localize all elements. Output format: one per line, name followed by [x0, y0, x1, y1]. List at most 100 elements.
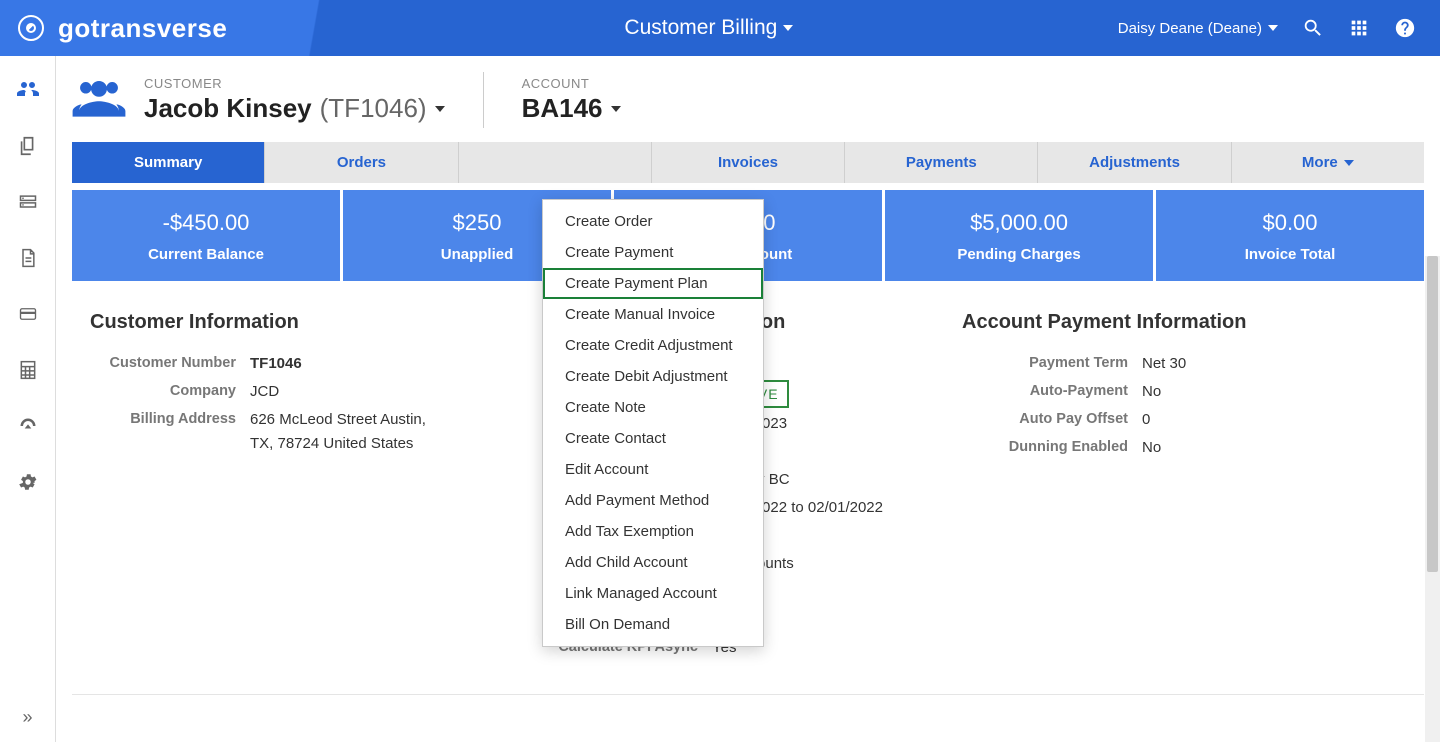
menu-add-payment-method[interactable]: Add Payment Method: [543, 485, 763, 516]
tabs: Summary Orders Invoices Payments Adjustm…: [72, 142, 1424, 183]
search-icon[interactable]: [1302, 17, 1324, 39]
customer-code: (TF1046): [320, 93, 427, 124]
section-title: Customer Information: [90, 311, 512, 334]
menu-create-note[interactable]: Create Note: [543, 392, 763, 423]
metric-value: $5,000.00: [889, 210, 1149, 236]
sidenav-calculator[interactable]: [0, 342, 55, 398]
help-icon[interactable]: [1394, 17, 1416, 39]
account-selector[interactable]: BA146: [522, 93, 621, 124]
menu-create-payment-plan[interactable]: Create Payment Plan: [543, 268, 763, 299]
kv-auto-payment: Auto-PaymentNo: [962, 380, 1424, 404]
bottom-divider: [72, 694, 1424, 695]
menu-bill-on-demand[interactable]: Bill On Demand: [543, 609, 763, 640]
user-menu[interactable]: Daisy Deane (Deane): [1118, 20, 1278, 37]
tab-invoices[interactable]: Invoices: [652, 142, 845, 183]
menu-create-manual-invoice[interactable]: Create Manual Invoice: [543, 299, 763, 330]
brand-logo-icon: [18, 15, 44, 41]
sidenav: »: [0, 56, 56, 742]
metric-invoice-total: $0.00 Invoice Total: [1156, 190, 1424, 281]
user-label: Daisy Deane (Deane): [1118, 20, 1262, 37]
metric-label: Invoice Total: [1160, 246, 1420, 263]
brand-logo[interactable]: gotransverse: [0, 13, 300, 44]
metric-value: $0.00: [1160, 210, 1420, 236]
tab-payments[interactable]: Payments: [845, 142, 1038, 183]
kv-payment-term: Payment TermNet 30: [962, 352, 1424, 376]
menu-create-debit-adjustment[interactable]: Create Debit Adjustment: [543, 361, 763, 392]
menu-create-credit-adjustment[interactable]: Create Credit Adjustment: [543, 330, 763, 361]
apps-grid-icon[interactable]: [1348, 17, 1370, 39]
kv-value: TF1046: [250, 352, 302, 376]
tab-more-label: More: [1302, 154, 1338, 171]
section-title: Account Payment Information: [962, 311, 1424, 334]
kv-value: Net 30: [1142, 352, 1186, 376]
customer-name: Jacob Kinsey: [144, 93, 312, 124]
kv-key: Auto-Payment: [962, 380, 1142, 404]
account-dropdown-menu: Create Order Create Payment Create Payme…: [542, 199, 764, 647]
topbar: gotransverse Customer Billing Daisy Dean…: [0, 0, 1440, 56]
caret-down-icon: [783, 25, 793, 31]
kv-key: Company: [90, 380, 250, 404]
customer-label: CUSTOMER: [144, 76, 445, 91]
customer-block: CUSTOMER Jacob Kinsey (TF1046): [72, 76, 445, 124]
kv-customer-number: Customer NumberTF1046: [90, 352, 512, 376]
sidenav-storage[interactable]: [0, 174, 55, 230]
menu-create-payment[interactable]: Create Payment: [543, 237, 763, 268]
page-header: CUSTOMER Jacob Kinsey (TF1046) ACCOUNT B…: [72, 72, 1424, 136]
kv-dunning-enabled: Dunning EnabledNo: [962, 436, 1424, 460]
top-nav-dropdown[interactable]: Customer Billing: [300, 16, 1118, 40]
sidenav-settings[interactable]: [0, 454, 55, 510]
kv-key: Payment Term: [962, 352, 1142, 376]
tab-orders[interactable]: Orders: [265, 142, 458, 183]
sidenav-collapse[interactable]: »: [22, 707, 32, 728]
menu-create-contact[interactable]: Create Contact: [543, 423, 763, 454]
menu-link-managed-account[interactable]: Link Managed Account: [543, 578, 763, 609]
sidenav-card[interactable]: [0, 286, 55, 342]
scrollbar-thumb[interactable]: [1427, 256, 1438, 572]
kv-key: Customer Number: [90, 352, 250, 376]
metric-pending-charges: $5,000.00 Pending Charges: [885, 190, 1156, 281]
caret-down-icon: [435, 106, 445, 112]
metric-label: Current Balance: [76, 246, 336, 263]
kv-key: Dunning Enabled: [962, 436, 1142, 460]
top-nav-title: Customer Billing: [624, 16, 777, 40]
metric-current-balance: -$450.00 Current Balance: [72, 190, 343, 281]
metric-label: Pending Charges: [889, 246, 1149, 263]
customer-selector[interactable]: Jacob Kinsey (TF1046): [144, 93, 445, 124]
sidenav-copy[interactable]: [0, 118, 55, 174]
tab-hidden[interactable]: [459, 142, 652, 183]
caret-down-icon: [611, 106, 621, 112]
kv-key: Auto Pay Offset: [962, 408, 1142, 432]
tab-adjustments[interactable]: Adjustments: [1038, 142, 1231, 183]
menu-add-child-account[interactable]: Add Child Account: [543, 547, 763, 578]
customer-info-section: Customer Information Customer NumberTF10…: [72, 311, 512, 664]
brand-text: gotransverse: [58, 13, 227, 44]
tab-summary[interactable]: Summary: [72, 142, 265, 183]
menu-add-tax-exemption[interactable]: Add Tax Exemption: [543, 516, 763, 547]
kv-value: JCD: [250, 380, 279, 404]
sidenav-dashboard[interactable]: [0, 398, 55, 454]
menu-edit-account[interactable]: Edit Account: [543, 454, 763, 485]
tab-more[interactable]: More: [1232, 142, 1424, 183]
caret-down-icon: [1268, 25, 1278, 31]
vertical-divider: [483, 72, 484, 128]
kv-key: Billing Address: [90, 408, 250, 456]
kv-value: No: [1142, 380, 1161, 404]
topbar-right: Daisy Deane (Deane): [1118, 17, 1440, 39]
account-block: ACCOUNT BA146: [522, 76, 621, 124]
sidenav-customers[interactable]: [0, 62, 55, 118]
scrollbar-track[interactable]: [1425, 256, 1440, 742]
menu-create-order[interactable]: Create Order: [543, 206, 763, 237]
main-content: CUSTOMER Jacob Kinsey (TF1046) ACCOUNT B…: [56, 56, 1440, 742]
metric-value: -$450.00: [76, 210, 336, 236]
kv-value: No: [1142, 436, 1161, 460]
account-label: ACCOUNT: [522, 76, 621, 91]
customers-icon: [72, 77, 126, 124]
kv-auto-pay-offset: Auto Pay Offset0: [962, 408, 1424, 432]
account-number: BA146: [522, 93, 603, 124]
kv-value: 626 McLeod Street Austin, TX, 78724 Unit…: [250, 408, 450, 456]
kv-company: CompanyJCD: [90, 380, 512, 404]
kv-billing-address: Billing Address626 McLeod Street Austin,…: [90, 408, 512, 456]
sidenav-document[interactable]: [0, 230, 55, 286]
payment-info-section: Account Payment Information Payment Term…: [962, 311, 1424, 664]
kv-value: 0: [1142, 408, 1150, 432]
